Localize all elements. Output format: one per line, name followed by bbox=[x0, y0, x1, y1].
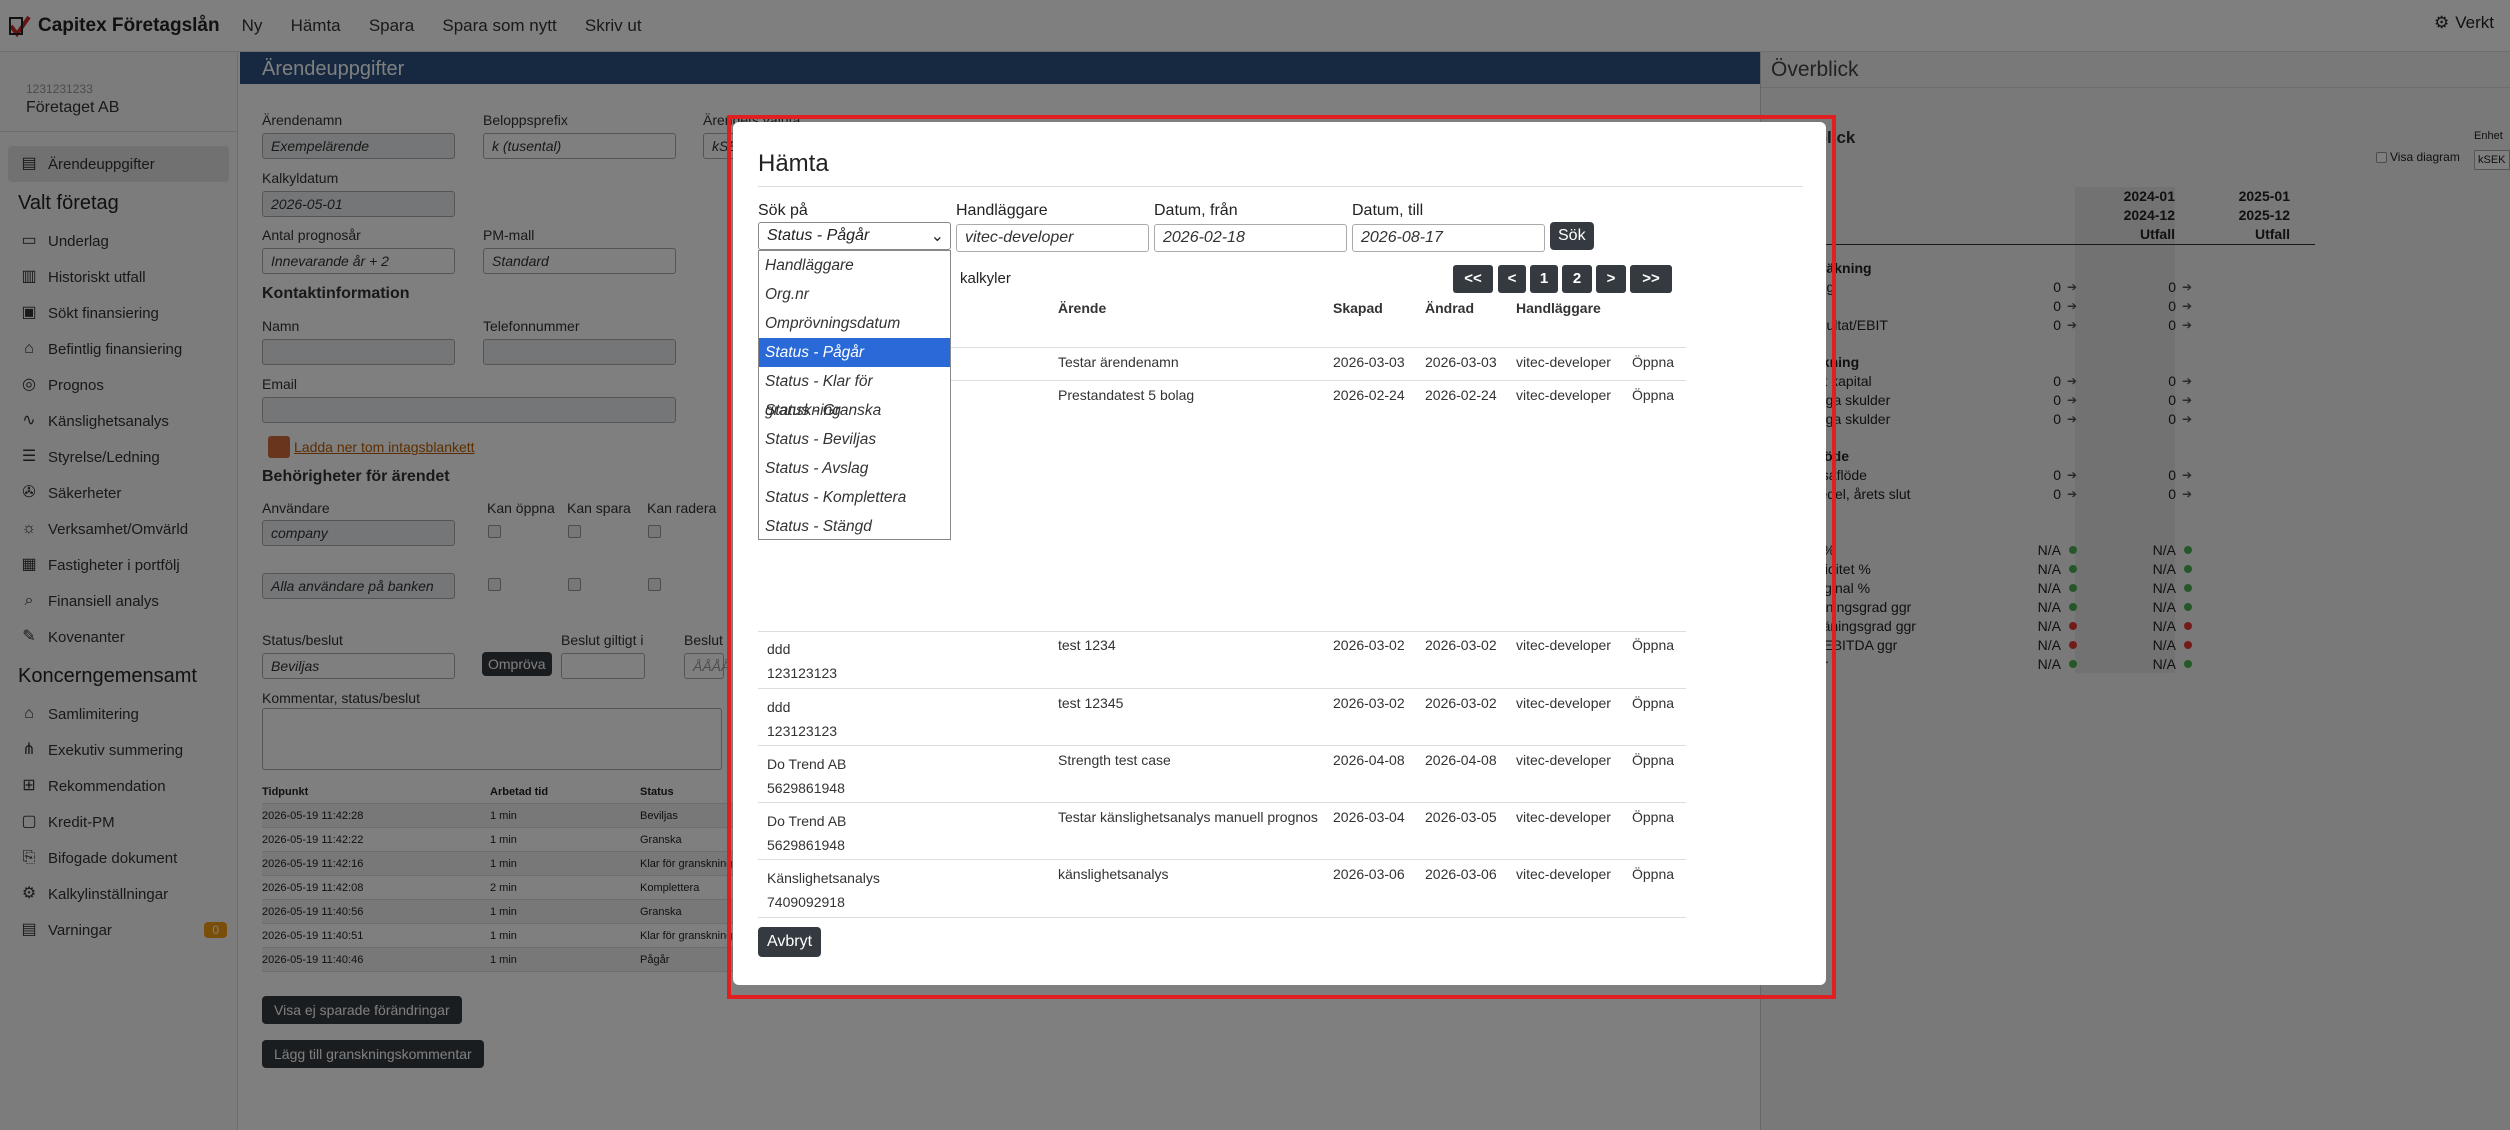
row-andrad: 2026-03-02 bbox=[1425, 695, 1497, 711]
row-skapad: 2026-03-03 bbox=[1333, 354, 1405, 370]
sok-pa-select[interactable]: Status - Pågår ⌄ bbox=[758, 222, 951, 250]
company-line: ddd bbox=[767, 641, 791, 657]
option-status-komplettera[interactable]: Status - Komplettera bbox=[759, 483, 950, 512]
option-omprovningsdatum[interactable]: Omprövningsdatum bbox=[759, 309, 950, 338]
row-arende: Prestandatest 5 bolag bbox=[1058, 387, 1195, 403]
row-handlaggare: vitec-developer bbox=[1516, 354, 1611, 370]
modal-title-divider bbox=[758, 186, 1803, 187]
company-line: Do Trend AB bbox=[767, 813, 847, 829]
chevron-down-icon: ⌄ bbox=[930, 228, 944, 245]
avbryt-button[interactable]: Avbryt bbox=[758, 927, 822, 957]
row-andrad: 2026-03-03 bbox=[1425, 354, 1497, 370]
row-skapad: 2026-03-04 bbox=[1333, 809, 1405, 825]
kalkyler-label: kalkyler bbox=[960, 270, 1011, 287]
row-divider bbox=[758, 917, 1686, 918]
row-andrad: 2026-03-05 bbox=[1425, 809, 1497, 825]
hamta-modal: Hämta Sök på Status - Pågår ⌄ Handläggare… bbox=[733, 122, 1826, 985]
sok-button[interactable]: Sök bbox=[1550, 222, 1594, 250]
page-2-button[interactable]: 2 bbox=[1562, 265, 1592, 293]
row-arende: Strength test case bbox=[1058, 752, 1171, 768]
row-company: Känslighetsanalys 7409092918 bbox=[767, 866, 880, 914]
option-status-klar[interactable]: Status - Klar för granskning bbox=[759, 367, 950, 419]
option-orgnr[interactable]: Org.nr bbox=[759, 280, 950, 309]
option-handlaggare[interactable]: Handläggare bbox=[759, 251, 950, 280]
row-handlaggare: vitec-developer bbox=[1516, 387, 1611, 403]
option-status-granska[interactable]: Status - Granska bbox=[759, 396, 950, 425]
row-company: Do Trend AB 5629861948 bbox=[767, 752, 846, 800]
oppna-link[interactable]: Öppna bbox=[1632, 387, 1674, 403]
row-company: ddd 123123123 bbox=[767, 695, 837, 743]
row-handlaggare: vitec-developer bbox=[1516, 752, 1611, 768]
row-divider bbox=[758, 859, 1686, 860]
handlaggare-input[interactable]: vitec-developer bbox=[956, 224, 1149, 252]
row-skapad: 2026-02-24 bbox=[1333, 387, 1405, 403]
row-handlaggare: vitec-developer bbox=[1516, 809, 1611, 825]
col-skapad: Skapad bbox=[1333, 300, 1383, 316]
row-divider bbox=[758, 688, 1686, 689]
row-company: ddd 123123123 bbox=[767, 637, 837, 685]
sok-pa-value: Status - Pågår bbox=[767, 227, 870, 244]
row-arende: känslighetsanalys bbox=[1058, 866, 1169, 882]
col-andrad: Ändrad bbox=[1425, 300, 1474, 316]
company-line: 7409092918 bbox=[767, 894, 845, 910]
oppna-link[interactable]: Öppna bbox=[1632, 354, 1674, 370]
row-andrad: 2026-03-02 bbox=[1425, 637, 1497, 653]
row-skapad: 2026-04-08 bbox=[1333, 752, 1405, 768]
sok-pa-label: Sök på bbox=[758, 202, 808, 219]
modal-title: Hämta bbox=[758, 150, 829, 177]
page-first-button[interactable]: << bbox=[1453, 265, 1493, 293]
col-arende: Ärende bbox=[1058, 300, 1107, 316]
page-1-button[interactable]: 1 bbox=[1530, 265, 1558, 293]
row-arende: test 12345 bbox=[1058, 695, 1124, 711]
datum-fran-label: Datum, från bbox=[1154, 202, 1238, 219]
row-arende: Testar känslighetsanalys manuell prognos bbox=[1058, 809, 1318, 825]
row-skapad: 2026-03-06 bbox=[1333, 866, 1405, 882]
company-line: ddd bbox=[767, 699, 791, 715]
company-line: 123123123 bbox=[767, 723, 838, 739]
oppna-link[interactable]: Öppna bbox=[1632, 809, 1674, 825]
row-divider bbox=[758, 745, 1686, 746]
datum-till-label: Datum, till bbox=[1352, 202, 1424, 219]
sok-pa-dropdown: Handläggare Org.nr Omprövningsdatum Stat… bbox=[758, 250, 951, 540]
row-handlaggare: vitec-developer bbox=[1516, 637, 1611, 653]
row-divider bbox=[758, 631, 1686, 632]
option-status-pagar[interactable]: Status - Pågår bbox=[759, 338, 950, 367]
col-handlaggare: Handläggare bbox=[1516, 300, 1601, 316]
datum-till-input[interactable]: 2026-08-17 bbox=[1352, 224, 1545, 252]
option-status-beviljas[interactable]: Status - Beviljas bbox=[759, 425, 950, 454]
company-line: Do Trend AB bbox=[767, 756, 847, 772]
row-company: Do Trend AB 5629861948 bbox=[767, 809, 846, 857]
page-last-button[interactable]: >> bbox=[1630, 265, 1672, 293]
page-prev-button[interactable]: < bbox=[1498, 265, 1526, 293]
handlaggare-label: Handläggare bbox=[956, 202, 1048, 219]
row-skapad: 2026-03-02 bbox=[1333, 695, 1405, 711]
row-handlaggare: vitec-developer bbox=[1516, 695, 1611, 711]
oppna-link[interactable]: Öppna bbox=[1632, 752, 1674, 768]
oppna-link[interactable]: Öppna bbox=[1632, 866, 1674, 882]
row-divider bbox=[758, 802, 1686, 803]
row-andrad: 2026-04-08 bbox=[1425, 752, 1497, 768]
row-arende: Testar ärendenamn bbox=[1058, 354, 1179, 370]
oppna-link[interactable]: Öppna bbox=[1632, 637, 1674, 653]
row-skapad: 2026-03-02 bbox=[1333, 637, 1405, 653]
company-line: 5629861948 bbox=[767, 780, 845, 796]
company-line: Känslighetsanalys bbox=[767, 870, 880, 886]
company-line: 5629861948 bbox=[767, 837, 845, 853]
row-handlaggare: vitec-developer bbox=[1516, 866, 1611, 882]
row-andrad: 2026-03-06 bbox=[1425, 866, 1497, 882]
row-arende: test 1234 bbox=[1058, 637, 1116, 653]
option-status-avslag[interactable]: Status - Avslag bbox=[759, 454, 950, 483]
company-line: 123123123 bbox=[767, 665, 838, 681]
oppna-link[interactable]: Öppna bbox=[1632, 695, 1674, 711]
datum-fran-input[interactable]: 2026-02-18 bbox=[1154, 224, 1347, 252]
page-next-button[interactable]: > bbox=[1596, 265, 1626, 293]
row-andrad: 2026-02-24 bbox=[1425, 387, 1497, 403]
option-status-stangd[interactable]: Status - Stängd bbox=[759, 512, 950, 541]
